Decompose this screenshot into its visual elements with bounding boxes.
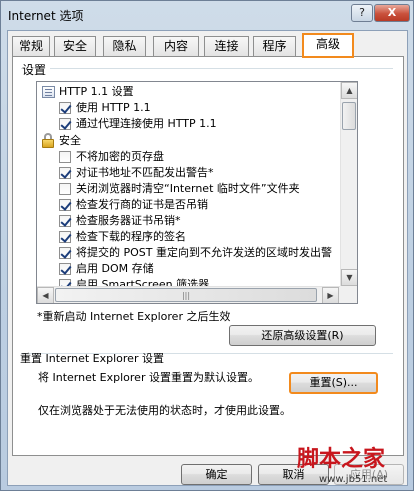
- dialog-body: 常规 安全 隐私 内容 连接 程序 高级 设置 HTTP 1.1 设置 使用 H…: [7, 30, 408, 486]
- list-item-label: 启用 DOM 存储: [76, 262, 154, 275]
- advanced-tab-panel: 设置 HTTP 1.1 设置 使用 HTTP 1.1 通过代理连接使用 HTTP…: [12, 56, 404, 456]
- window-title: Internet 选项: [8, 9, 84, 23]
- checkbox[interactable]: [59, 215, 71, 227]
- reset-group-label: 重置 Internet Explorer 设置: [20, 352, 164, 365]
- grip-icon: |||: [181, 291, 191, 300]
- title-bar[interactable]: Internet 选项 ? X: [1, 1, 413, 29]
- list-item-label: 启用 SmartScreen 筛选器: [76, 278, 210, 286]
- scroll-right-icon[interactable]: ▶: [322, 287, 339, 303]
- list-item-label: 检查下载的程序的签名: [76, 230, 186, 243]
- tab-security[interactable]: 安全: [54, 36, 96, 56]
- horizontal-scrollbar[interactable]: ◀ ||| ▶: [37, 286, 340, 303]
- list-item-label: 对证书地址不匹配发出警告*: [76, 166, 214, 179]
- list-item-label: 检查发行商的证书是否吊销: [76, 198, 208, 211]
- list-item-label: 关闭浏览器时清空“Internet 临时文件”文件夹: [76, 182, 300, 195]
- close-button[interactable]: X: [374, 4, 410, 22]
- settings-category-icon: [42, 86, 55, 98]
- tab-programs[interactable]: 程序: [253, 36, 296, 56]
- scroll-down-icon[interactable]: ▼: [341, 269, 357, 286]
- checkbox[interactable]: [59, 279, 71, 286]
- settings-group-line: [21, 68, 393, 69]
- tab-content[interactable]: 内容: [153, 36, 199, 56]
- reset-button[interactable]: 重置(S)...: [289, 372, 378, 394]
- watermark-url: www.jb51.net: [319, 474, 388, 485]
- list-item-label: 检查服务器证书吊销*: [76, 214, 181, 227]
- vertical-scroll-thumb[interactable]: [342, 102, 356, 130]
- internet-options-dialog: Internet 选项 ? X 常规 安全 隐私 内容 连接 程序 高级 设置 …: [0, 0, 414, 491]
- reset-warning: 仅在浏览器处于无法使用的状态时，才使用此设置。: [38, 404, 291, 417]
- tab-general[interactable]: 常规: [12, 36, 50, 56]
- list-item-label: 通过代理连接使用 HTTP 1.1: [76, 117, 217, 130]
- scrollbar-corner: [340, 286, 357, 303]
- checkbox[interactable]: [59, 263, 71, 275]
- vertical-scrollbar[interactable]: ▲ ▼: [340, 82, 357, 286]
- restore-advanced-settings-button[interactable]: 还原高级设置(R): [229, 325, 376, 346]
- tab-connections[interactable]: 连接: [204, 36, 249, 56]
- restart-note: *重新启动 Internet Explorer 之后生效: [37, 310, 231, 323]
- scroll-up-icon[interactable]: ▲: [341, 82, 357, 99]
- site-watermark: 脚本之家 www.jb51.net: [293, 441, 411, 489]
- checkbox[interactable]: [59, 231, 71, 243]
- checkbox[interactable]: [59, 167, 71, 179]
- tab-privacy[interactable]: 隐私: [103, 36, 146, 56]
- tab-advanced[interactable]: 高级: [302, 34, 354, 57]
- settings-list: HTTP 1.1 设置 使用 HTTP 1.1 通过代理连接使用 HTTP 1.…: [37, 82, 339, 286]
- settings-listbox[interactable]: HTTP 1.1 设置 使用 HTTP 1.1 通过代理连接使用 HTTP 1.…: [36, 81, 358, 304]
- list-item-label: 将提交的 POST 重定向到不允许发送的区域时发出警: [76, 246, 332, 259]
- checkbox[interactable]: [59, 102, 71, 114]
- list-item-label: HTTP 1.1 设置: [59, 85, 134, 98]
- checkbox[interactable]: [59, 199, 71, 211]
- checkbox[interactable]: [59, 247, 71, 259]
- lock-body: [42, 139, 54, 148]
- list-item-label: 不将加密的页存盘: [76, 150, 164, 163]
- lock-icon: [41, 133, 55, 148]
- checkbox[interactable]: [59, 118, 71, 130]
- list-item-label: 使用 HTTP 1.1: [76, 101, 151, 114]
- list-item-label: 安全: [59, 134, 81, 147]
- watermark-brand: 脚本之家: [297, 446, 386, 472]
- settings-group-label: 设置: [22, 61, 51, 78]
- ok-button[interactable]: 确定: [181, 464, 252, 485]
- help-button[interactable]: ?: [351, 4, 373, 22]
- scroll-left-icon[interactable]: ◀: [37, 287, 54, 303]
- reset-description: 将 Internet Explorer 设置重置为默认设置。: [38, 371, 259, 384]
- checkbox[interactable]: [59, 183, 71, 195]
- checkbox[interactable]: [59, 151, 71, 163]
- horizontal-scroll-thumb[interactable]: |||: [55, 288, 317, 302]
